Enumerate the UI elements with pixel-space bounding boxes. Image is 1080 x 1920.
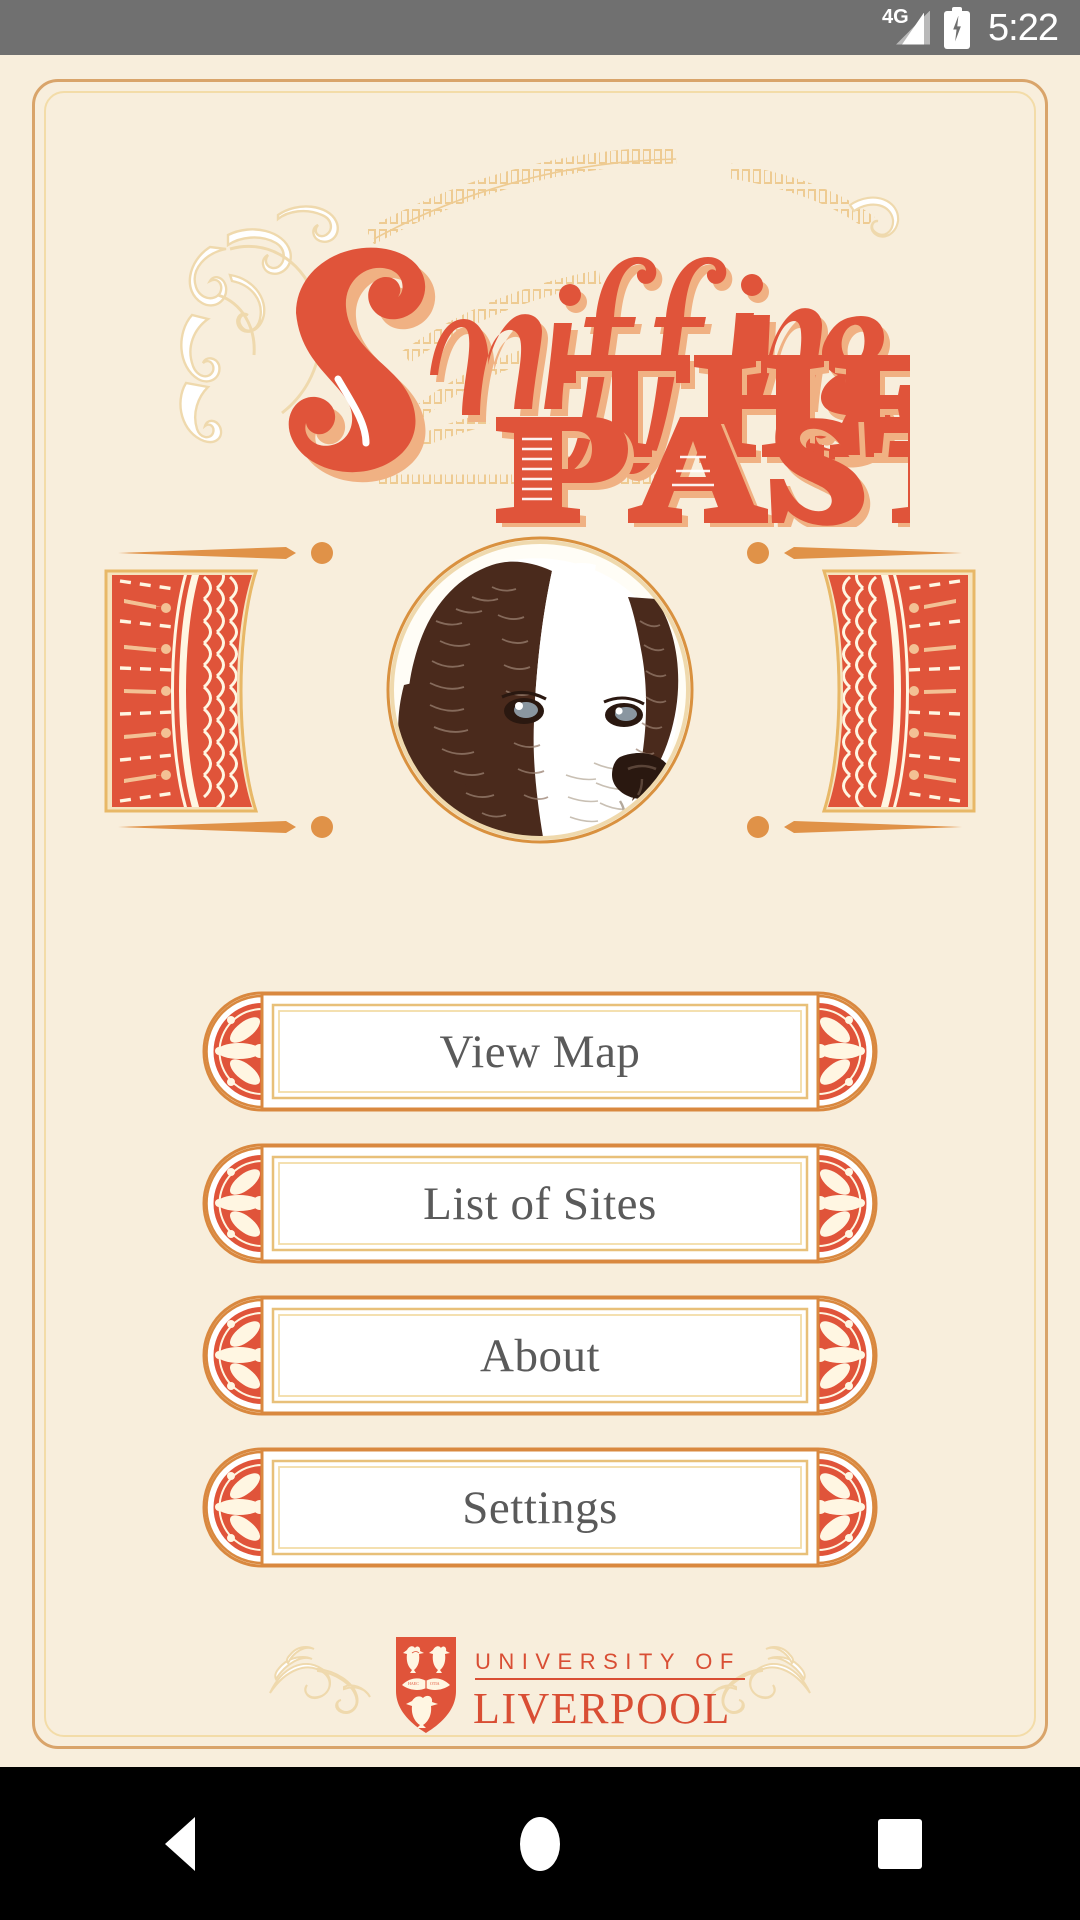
- menu-button-settings[interactable]: Settings: [201, 1446, 879, 1569]
- university-wordmark: UNIVERSITY OF LIVERPOOL: [473, 1649, 745, 1733]
- ornament-arrow-top-left: [118, 542, 333, 564]
- app-logo: [0, 127, 1080, 527]
- rosette-icon-right: [813, 994, 875, 1109]
- nav-recents-button[interactable]: [800, 1767, 1000, 1920]
- main-menu: View Map List of Sites About Settings: [0, 990, 1080, 1569]
- menu-button-about[interactable]: About: [201, 1294, 879, 1417]
- ornament-arrow-bottom-left: [118, 816, 333, 838]
- status-bar: 4G 5:22: [0, 0, 1080, 55]
- signal-bars-icon: 4G: [882, 5, 931, 47]
- liverpool-shield-crest-icon: HAEC OTIA: [396, 1636, 456, 1733]
- svg-text:OTIA: OTIA: [430, 1681, 440, 1686]
- rosette-icon-left: [205, 1450, 267, 1565]
- university-of-liverpool-logo: HAEC OTIA UNIVERSITY OF LIVERPOOL: [269, 1636, 811, 1733]
- flourish-left-icon: [269, 1645, 371, 1714]
- nav-back-button[interactable]: [80, 1767, 280, 1920]
- ornament-arrow-top-right: [747, 542, 962, 564]
- menu-button-list-of-sites[interactable]: List of Sites: [201, 1142, 879, 1265]
- back-triangle-icon: [165, 1816, 195, 1871]
- button-frame: [202, 1447, 878, 1568]
- svg-text:UNIVERSITY OF: UNIVERSITY OF: [475, 1649, 741, 1674]
- button-frame: [202, 991, 878, 1112]
- menu-button-view-map[interactable]: View Map: [201, 990, 879, 1113]
- status-bar-clock: 5:22: [988, 6, 1059, 49]
- app-screen: View Map List of Sites About Settings HA…: [0, 55, 1080, 1767]
- button-frame: [202, 1295, 878, 1416]
- android-navigation-bar: [0, 1767, 1080, 1920]
- rosette-icon-right: [813, 1298, 875, 1413]
- ornament-panel-right: [821, 569, 976, 813]
- button-frame: [202, 1143, 878, 1264]
- dog-portrait-illustration: [104, 536, 976, 844]
- home-circle-icon: [520, 1816, 560, 1871]
- svg-text:LIVERPOOL: LIVERPOOL: [473, 1684, 731, 1733]
- rosette-icon-left: [205, 1298, 267, 1413]
- nav-home-button[interactable]: [440, 1767, 640, 1920]
- network-type-label: 4G: [882, 5, 909, 28]
- university-footer: HAEC OTIA UNIVERSITY OF LIVERPOOL: [0, 1620, 1080, 1745]
- ornament-panel-left: [104, 569, 259, 813]
- rosette-icon-right: [813, 1146, 875, 1261]
- sniffing-the-past-logo-icon: [179, 146, 910, 527]
- ornament-arrow-bottom-right: [747, 816, 962, 838]
- recents-square-icon: [878, 1818, 922, 1869]
- rosette-icon-left: [205, 994, 267, 1109]
- hero-portrait-band: [0, 525, 1080, 855]
- rosette-icon-right: [813, 1450, 875, 1565]
- battery-charging-icon: [944, 6, 971, 49]
- svg-text:HAEC: HAEC: [408, 1681, 419, 1686]
- rosette-icon-left: [205, 1146, 267, 1261]
